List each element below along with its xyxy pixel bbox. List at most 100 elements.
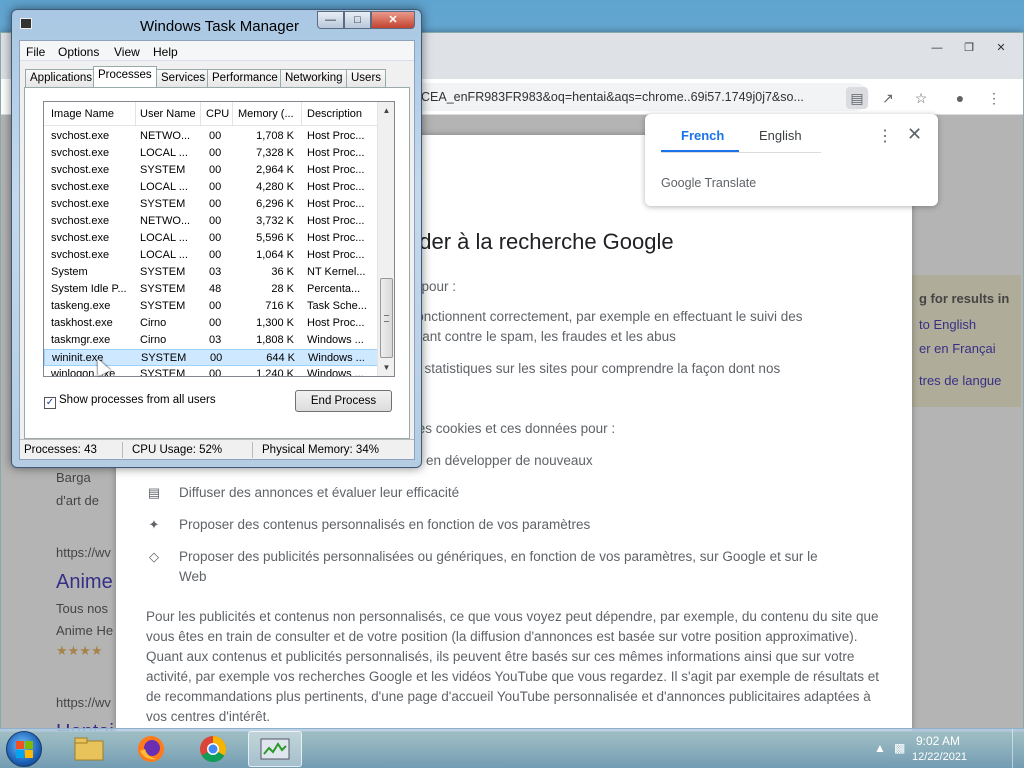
process-description: Host Proc... [307,317,365,329]
consent-line: ils fonctionnent correctement, par exemp… [396,309,803,324]
process-user-name: SYSTEM [140,368,186,377]
process-image-name: taskeng.exe [51,300,111,312]
table-row[interactable]: svchost.exe LOCAL ... 00 7,328 K Host Proc..… [44,145,378,162]
process-memory: 28 K [271,283,294,295]
process-user-name: LOCAL ... [140,181,188,193]
scroll-up-icon[interactable]: ▲ [378,102,394,119]
table-row[interactable]: svchost.exe NETWO... 00 3,732 K Host Proc... [44,213,378,230]
status-bar: Processes: 43 CPU Usage: 52% Physical Me… [20,439,414,459]
chrome-icon[interactable] [186,731,240,767]
table-row[interactable]: svchost.exe LOCAL ... 00 1,064 K Host Proc..… [44,247,378,264]
language-link[interactable]: to English [919,317,976,332]
close-icon[interactable]: ✕ [987,39,1015,57]
chrome-menu-icon[interactable]: ⋮ [983,87,1005,109]
process-cpu: 00 [209,164,222,176]
more-vert-icon[interactable]: ⋮ [877,126,893,146]
column-cpu[interactable]: CPU [206,108,229,120]
menu-options[interactable]: Options [58,45,99,59]
windows-logo-icon [16,741,33,758]
process-description: Host Proc... [307,232,365,244]
process-cpu: 03 [209,334,222,346]
serp-result-link[interactable]: Anime [56,571,113,594]
table-row[interactable]: svchost.exe LOCAL ... 00 4,280 K Host Proc..… [44,179,378,196]
share-icon[interactable]: ↗ [877,87,899,109]
firefox-icon[interactable] [124,731,178,767]
clock-date[interactable]: 12/22/2021 [912,751,967,763]
task-manager-titlebar[interactable]: Windows Task Manager — □ ✕ [12,10,421,40]
minimize-icon[interactable]: — [317,11,344,29]
table-row[interactable]: taskmgr.exe Cirno 03 1,808 K Windows ... [44,332,378,349]
language-link[interactable]: tres de langue [919,373,1001,388]
process-description: Host Proc... [307,198,365,210]
column-image-name[interactable]: Image Name [51,108,114,120]
maximize-icon[interactable]: □ [344,11,371,29]
address-bar[interactable]: CEA_enFR983FR983&oq=hentai&aqs=chrome..6… [381,83,869,111]
process-image-name: svchost.exe [51,164,110,176]
bookmark-star-icon[interactable]: ☆ [910,87,932,109]
menu-view[interactable]: View [114,45,140,59]
process-description: Host Proc... [307,249,365,261]
maximize-icon[interactable]: ❐ [955,39,983,57]
process-description: Windows ... [307,334,364,346]
profile-icon[interactable]: ● [949,87,971,109]
table-row[interactable]: taskhost.exe Cirno 00 1,300 K Host Proc... [44,315,378,332]
translate-tab-source[interactable]: French [681,128,724,143]
scroll-thumb[interactable] [380,278,393,358]
column-memory[interactable]: Memory (... [238,108,294,120]
table-row[interactable]: svchost.exe LOCAL ... 00 5,596 K Host Proc..… [44,230,378,247]
process-user-name: SYSTEM [140,266,186,278]
tab-applications[interactable]: Applications [25,69,98,87]
process-user-name: LOCAL ... [140,147,188,159]
network-icon[interactable]: ▩ [894,741,905,755]
process-list[interactable]: Image Name User Name CPU Memory (... Des… [43,101,395,377]
explorer-folder-icon[interactable] [62,731,116,767]
clock-time[interactable]: 9:02 AM [916,734,960,748]
table-row[interactable]: svchost.exe NETWO... 00 1,708 K Host Proc... [44,128,378,145]
show-hidden-icons-icon[interactable]: ▲ [874,741,886,755]
translate-tab-target[interactable]: English [759,128,802,143]
process-cpu: 00 [209,181,222,193]
task-manager-body: File Options View Help Applications Proc… [19,40,415,460]
language-link[interactable]: er en Françai [919,341,996,356]
end-process-button[interactable]: End Process [295,390,392,412]
close-icon[interactable]: ✕ [907,124,922,145]
menu-help[interactable]: Help [153,45,178,59]
close-icon[interactable]: ✕ [371,11,415,29]
translate-icon[interactable]: ▤ [846,87,868,109]
tab-performance[interactable]: Performance [207,69,283,87]
minimize-icon[interactable]: — [923,39,951,57]
scroll-down-icon[interactable]: ▼ [378,359,394,376]
menu-bar: File Options View Help [20,41,414,61]
process-image-name: System [51,266,88,278]
table-row[interactable]: System Idle P... SYSTEM 48 28 K Percenta... [44,281,378,298]
tab-services[interactable]: Services [156,69,211,87]
consent-line: Web [179,569,207,584]
checkbox-checked-icon[interactable]: ✓ [44,397,56,409]
taskbar: ▲ ▩ 9:02 AM 12/22/2021 [0,728,1024,768]
column-description[interactable]: Description [307,108,362,120]
start-button[interactable] [6,731,42,767]
process-cpu: 00 [209,198,222,210]
tag-icon: ◇ [149,549,159,564]
serp-url[interactable]: https://wv [56,545,111,560]
tab-processes[interactable]: Processes [93,66,157,88]
process-user-name: SYSTEM [140,300,186,312]
table-row[interactable]: System SYSTEM 03 36 K NT Kernel... [44,264,378,281]
process-description: NT Kernel... [307,266,366,278]
show-all-processes-checkbox[interactable]: ✓ Show processes from all users [44,394,216,409]
column-user-name[interactable]: User Name [140,108,196,120]
status-processes: Processes: 43 [24,444,97,456]
task-manager-icon[interactable] [248,731,302,767]
table-row[interactable]: taskeng.exe SYSTEM 00 716 K Task Sche... [44,298,378,315]
process-user-name: NETWO... [140,215,191,227]
menu-file[interactable]: File [26,45,45,59]
show-desktop-button[interactable] [1012,729,1024,768]
serp-url[interactable]: https://wv [56,695,111,710]
process-cpu: 00 [210,352,223,364]
process-image-name: svchost.exe [51,198,110,210]
table-row[interactable]: svchost.exe SYSTEM 00 2,964 K Host Proc... [44,162,378,179]
tab-users[interactable]: Users [346,69,387,87]
vertical-scrollbar[interactable]: ▲ ▼ [377,102,394,376]
table-row[interactable]: svchost.exe SYSTEM 00 6,296 K Host Proc... [44,196,378,213]
tab-networking[interactable]: Networking [280,69,348,87]
